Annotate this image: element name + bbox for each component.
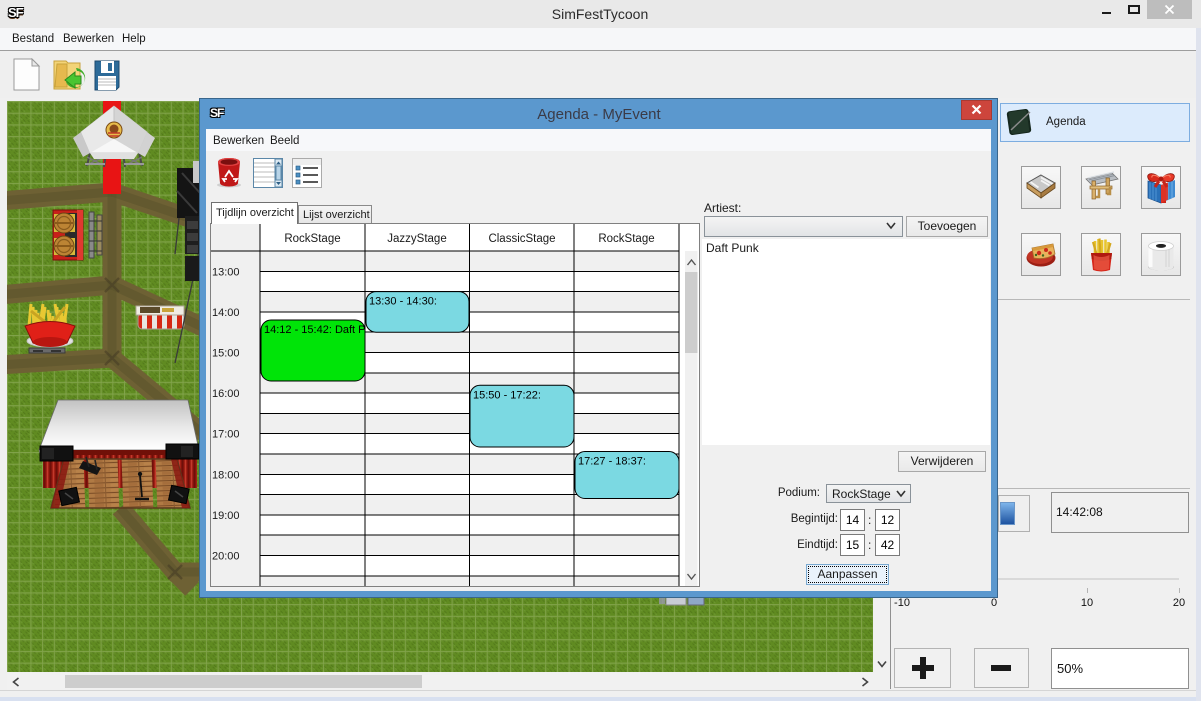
svg-text:16:00: 16:00 (212, 388, 240, 400)
svg-text:13:30 - 14:30:: 13:30 - 14:30: (369, 296, 437, 308)
svg-text:JazzyStage: JazzyStage (387, 233, 446, 245)
svg-text:17:27 - 18:37:: 17:27 - 18:37: (578, 456, 646, 468)
svg-text:17:00: 17:00 (212, 429, 240, 441)
svg-text:20:00: 20:00 (212, 551, 240, 563)
svg-text:15:00: 15:00 (212, 348, 240, 360)
svg-text:19:00: 19:00 (212, 510, 240, 522)
svg-text:15:50 - 17:22:: 15:50 - 17:22: (473, 389, 541, 401)
svg-text:18:00: 18:00 (212, 469, 240, 481)
svg-text:13:00: 13:00 (212, 266, 240, 278)
svg-text:ClassicStage: ClassicStage (488, 233, 555, 245)
svg-text:RockStage: RockStage (284, 233, 340, 245)
svg-text:RockStage: RockStage (598, 233, 654, 245)
svg-text:14:00: 14:00 (212, 307, 240, 319)
